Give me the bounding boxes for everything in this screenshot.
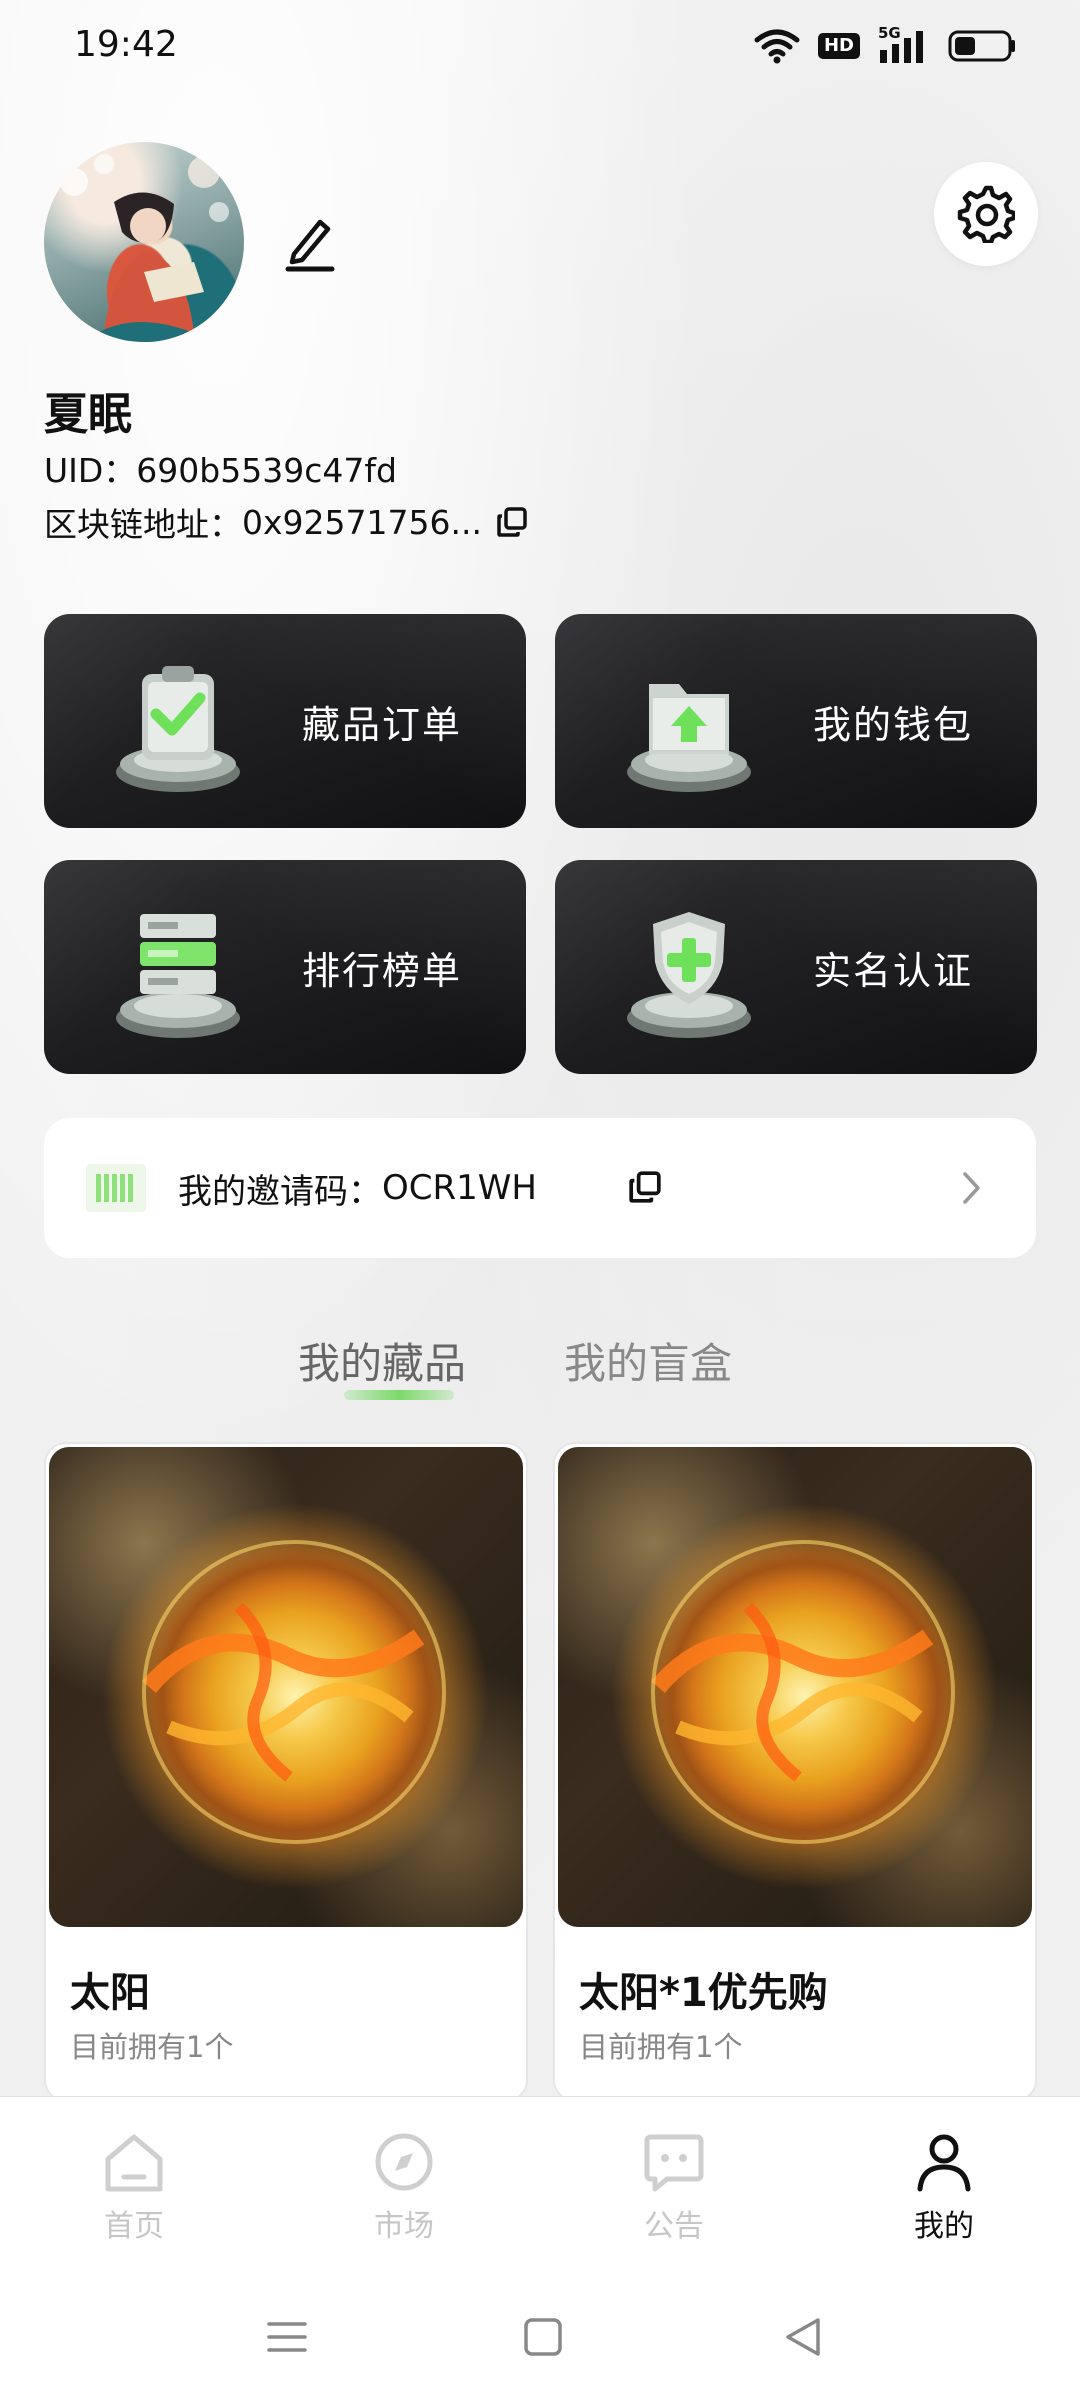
feature-label-verification: 实名认证 — [813, 948, 974, 993]
status-bar: 19:42 HD 5G — [0, 0, 1080, 96]
nav-label-market: 市场 — [374, 2209, 434, 2244]
home-icon — [105, 2134, 163, 2192]
nav-home[interactable]: 首页 — [64, 2131, 204, 2245]
product-title: 太阳 — [70, 1970, 150, 2016]
message-icon — [644, 2134, 704, 2192]
product-image — [558, 1447, 1032, 1927]
avatar[interactable] — [44, 142, 244, 342]
feature-card-verification[interactable]: 实名认证 — [555, 860, 1037, 1074]
menu-icon[interactable] — [266, 2316, 308, 2358]
product-owned-count: 目前拥有1个 — [70, 2030, 234, 2064]
order-check-icon — [116, 666, 240, 792]
copy-invite-icon[interactable] — [628, 1170, 662, 1204]
feature-label-ranking: 排行榜单 — [302, 948, 463, 993]
feature-label-orders: 藏品订单 — [302, 702, 463, 747]
product-image — [49, 1447, 523, 1927]
user-icon — [917, 2134, 971, 2192]
back-triangle-icon[interactable] — [782, 2316, 824, 2358]
nav-label-mine: 我的 — [914, 2209, 974, 2244]
feature-card-ranking[interactable]: 排行榜单 — [44, 860, 526, 1074]
chain-address: 0x92571756... — [242, 502, 482, 542]
gear-icon — [957, 185, 1015, 243]
uid-value: 690b5539c47fd — [136, 451, 397, 490]
hd-icon: HD — [817, 33, 860, 59]
hd-label: HD — [823, 35, 854, 56]
invite-label: 我的邀请码： OCR1WH — [178, 1118, 537, 1258]
tab-my-blind-boxes[interactable]: 我的盲盒 — [564, 1330, 732, 1391]
feature-label-wallet: 我的钱包 — [813, 702, 974, 747]
invite-label-text: 我的邀请码： — [178, 1171, 382, 1212]
product-owned-count: 目前拥有1个 — [579, 2030, 743, 2064]
copy-address-icon[interactable] — [496, 506, 528, 538]
wifi-icon — [754, 29, 800, 64]
sun-artwork — [142, 1540, 446, 1844]
chain-label: 区块链地址： — [44, 505, 242, 544]
status-time: 19:42 — [74, 24, 178, 65]
tab-my-collections[interactable]: 我的藏品 — [298, 1330, 466, 1391]
invite-code: OCR1WH — [382, 1168, 537, 1208]
barcode-icon — [86, 1164, 146, 1212]
edit-profile-icon[interactable] — [284, 214, 336, 272]
product-card[interactable]: 太阳 目前拥有1个 — [44, 1442, 528, 2102]
nav-label-home: 首页 — [104, 2209, 164, 2244]
user-uid: UID：690b5539c47fd — [44, 444, 397, 492]
user-name: 夏眠 — [44, 389, 132, 440]
nav-notice[interactable]: 公告 — [604, 2131, 744, 2245]
shield-plus-icon — [627, 912, 751, 1038]
home-square-icon[interactable] — [522, 2316, 564, 2358]
feature-card-orders[interactable]: 藏品订单 — [44, 614, 526, 828]
product-title: 太阳*1优先购 — [579, 1970, 828, 2016]
battery-icon — [948, 30, 1015, 62]
avatar-illustration — [60, 154, 229, 342]
feature-card-wallet[interactable]: 我的钱包 — [555, 614, 1037, 828]
settings-button[interactable] — [934, 162, 1038, 266]
signal-5g-icon: 5G — [878, 24, 930, 64]
chain-address-row: 区块链地址： 0x92571756... — [44, 498, 528, 546]
sun-artwork — [651, 1540, 955, 1844]
nav-label-notice: 公告 — [644, 2209, 704, 2244]
nav-market[interactable]: 市场 — [334, 2131, 474, 2245]
invite-code-card[interactable]: 我的邀请码： OCR1WH — [44, 1118, 1036, 1258]
compass-icon — [375, 2133, 433, 2191]
bottom-nav: 首页 市场 公告 我的 — [0, 2096, 1080, 2266]
system-nav-bar — [0, 2266, 1080, 2408]
ranking-server-icon — [116, 914, 240, 1038]
uid-label: UID： — [44, 451, 137, 490]
nav-mine[interactable]: 我的 — [874, 2131, 1014, 2245]
chevron-right-icon — [963, 1172, 980, 1204]
status-icons: HD 5G — [754, 24, 1018, 64]
tab-active-indicator — [344, 1390, 454, 1400]
product-card[interactable]: 太阳*1优先购 目前拥有1个 — [553, 1442, 1037, 2102]
wallet-folder-icon — [627, 684, 751, 792]
